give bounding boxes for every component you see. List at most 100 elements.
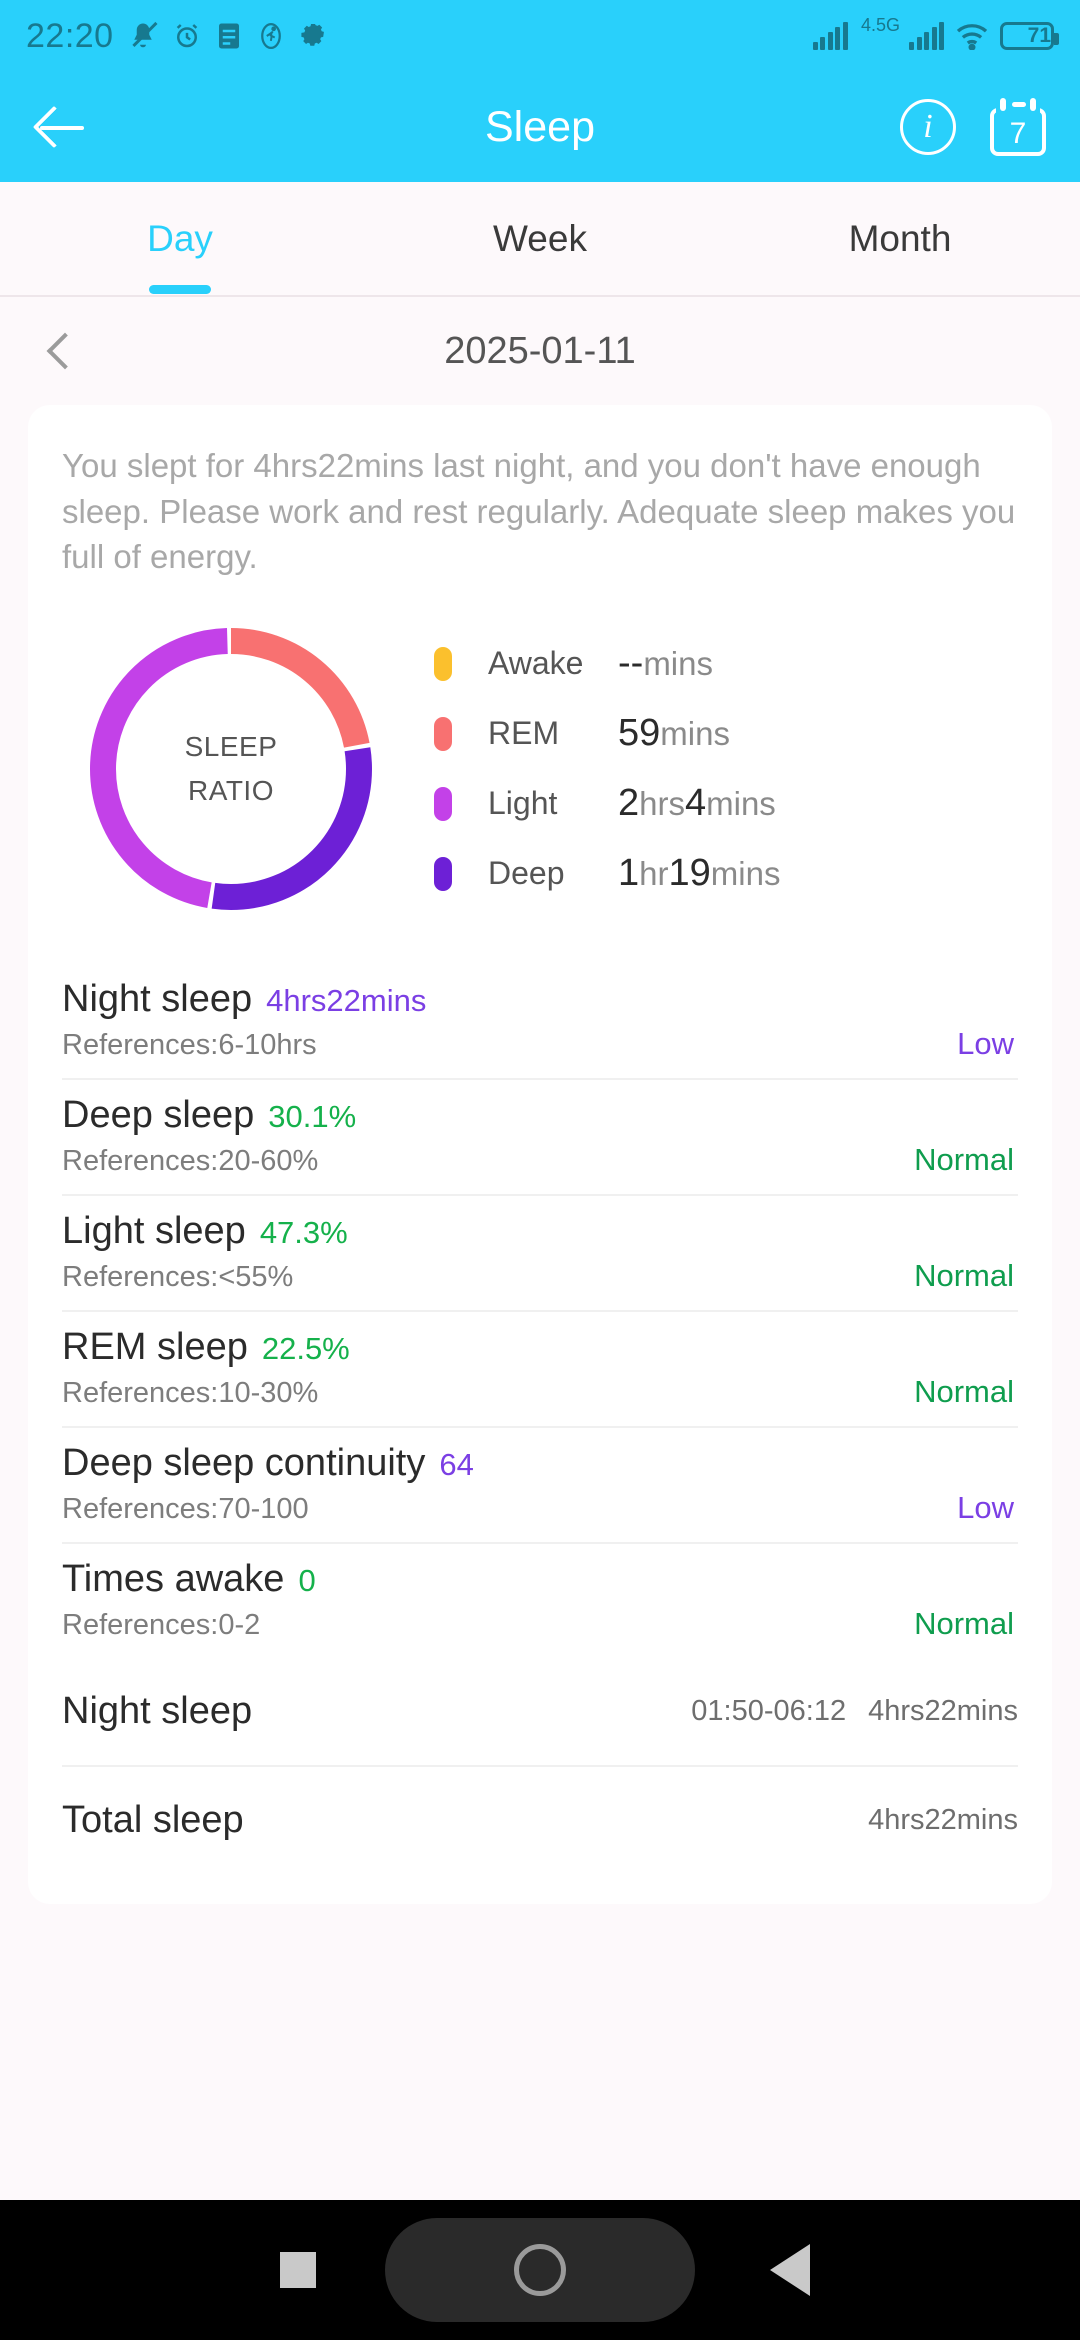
metric-row: Times awake 0 References:0-2 Normal — [62, 1544, 1018, 1658]
metric-row: REM sleep 22.5% References:10-30% Normal — [62, 1312, 1018, 1428]
legend-color-dot-light — [434, 786, 452, 821]
summary-row-label: Night sleep — [62, 1689, 253, 1732]
legend-color-dot-rem — [434, 716, 452, 751]
legend-label-deep: Deep — [488, 855, 565, 892]
metric-title-wrap: Deep sleep 30.1% — [62, 1094, 1018, 1137]
metric-status: Low — [957, 1489, 1014, 1525]
sleep-summary-text: You slept for 4hrs22mins last night, and… — [62, 447, 1016, 576]
alarm-clock-icon — [176, 24, 197, 48]
app-bar: Sleep i 7 — [0, 72, 1080, 182]
metric-title-wrap: REM sleep 22.5% — [62, 1326, 1018, 1369]
metric-title: Times awake — [62, 1557, 285, 1600]
metric-title: Light sleep — [62, 1209, 246, 1252]
summary-row-total-sleep: Total sleep 4hrs22mins — [62, 1767, 1018, 1874]
metric-reference: References:<55% — [62, 1260, 294, 1293]
summary-row-values: 01:50-06:12 4hrs22mins — [691, 1695, 1018, 1728]
wifi-icon — [956, 24, 988, 50]
legend-label-awake: Awake — [488, 645, 584, 682]
info-glyph: i — [923, 108, 933, 145]
tab-month[interactable]: Month — [720, 218, 1080, 260]
metric-reference: References:10-30% — [62, 1376, 319, 1409]
legend-value-light: 2hrs4mins — [618, 782, 776, 825]
sleep-metrics-list: Night sleep 4hrs22mins References:6-10hr… — [62, 964, 1018, 1658]
metric-status: Normal — [914, 1257, 1014, 1293]
metric-row: Deep sleep continuity 64 References:70-1… — [62, 1428, 1018, 1544]
legend-item-deep: Deep 1hr19mins — [434, 839, 1018, 909]
summary-row-duration: 4hrs22mins — [868, 1694, 1018, 1727]
square-recents-icon[interactable] — [280, 2252, 316, 2288]
info-icon[interactable]: i — [900, 99, 956, 155]
legend-item-awake: Awake --mins — [434, 629, 1018, 699]
network-type-label: 4.5G — [860, 15, 900, 35]
calendar-day-label: 7 — [1009, 117, 1027, 150]
date-navigation: 2025-01-11 — [0, 297, 1080, 405]
metric-value: 47.3% — [259, 1214, 348, 1250]
status-bar-right: 4.5G 71 — [812, 15, 1059, 50]
metric-title: Night sleep — [62, 977, 253, 1020]
metric-status: Low — [957, 1025, 1014, 1061]
triangle-back-icon[interactable] — [770, 2244, 810, 2296]
summary-row-duration: 4hrs22mins — [868, 1803, 1018, 1836]
tab-week[interactable]: Week — [360, 218, 720, 260]
metric-status: Normal — [914, 1141, 1014, 1177]
battery-level: 71 — [1027, 24, 1051, 47]
donut-center-line-1: SLEEP — [184, 730, 278, 762]
metric-title-wrap: Times awake 0 — [62, 1558, 1018, 1601]
legend-item-light: Light 2hrs4mins — [434, 769, 1018, 839]
legend-value-awake: --mins — [618, 642, 713, 685]
calendar-icon[interactable]: 7 — [990, 98, 1046, 156]
signal-bars-icon-1 — [812, 22, 848, 50]
legend-color-dot-awake — [434, 646, 452, 681]
legend-item-rem: REM 59mins — [434, 699, 1018, 769]
summary-row-values: 4hrs22mins — [868, 1804, 1018, 1837]
metric-row: Light sleep 47.3% References:<55% Normal — [62, 1196, 1018, 1312]
donut-center-label: SLEEP RATIO — [76, 614, 386, 924]
tab-day[interactable]: Day — [0, 218, 360, 260]
status-bar-left: 22:20 — [26, 17, 328, 56]
chevron-left-icon[interactable] — [46, 332, 84, 370]
status-bar-clock: 22:20 — [26, 16, 114, 55]
donut-center-line-2: RATIO — [188, 774, 274, 806]
metric-status: Normal — [914, 1373, 1014, 1409]
metric-title-wrap: Light sleep 47.3% — [62, 1210, 1018, 1253]
sleep-card: You slept for 4hrs22mins last night, and… — [28, 405, 1052, 1904]
metric-title: Deep sleep — [62, 1093, 255, 1136]
legend-label-light: Light — [488, 785, 558, 822]
metric-value: 30.1% — [268, 1098, 357, 1134]
selected-date[interactable]: 2025-01-11 — [444, 330, 636, 373]
signal-bars-icon-2 — [909, 22, 944, 50]
android-nav-bar — [0, 2200, 1080, 2340]
summary-row-label: Total sleep — [62, 1798, 244, 1841]
metric-reference: References:6-10hrs — [62, 1028, 317, 1061]
legend-label-rem: REM — [488, 715, 560, 752]
gear-icon — [300, 23, 324, 46]
sleep-ratio-legend: Awake --mins REM 59mins Light 2hrs4mins … — [434, 629, 1018, 909]
metric-value: 22.5% — [261, 1330, 350, 1366]
sleep-ratio-donut-chart: SLEEP RATIO — [76, 614, 386, 924]
legend-value-deep: 1hr19mins — [618, 852, 781, 895]
battery-icon: 71 — [1000, 22, 1059, 50]
metric-title-wrap: Deep sleep continuity 64 — [62, 1442, 1018, 1485]
summary-row-night-sleep: Night sleep 01:50-06:12 4hrs22mins — [62, 1658, 1018, 1767]
legend-color-dot-deep — [434, 856, 452, 891]
run-icon — [260, 23, 281, 49]
metric-status: Normal — [914, 1605, 1014, 1641]
metric-row: Night sleep 4hrs22mins References:6-10hr… — [62, 964, 1018, 1080]
metric-reference: References:0-2 — [62, 1608, 261, 1641]
legend-value-rem: 59mins — [618, 712, 730, 755]
metric-title: Deep sleep continuity — [62, 1441, 426, 1484]
bell-mute-icon — [131, 21, 158, 48]
period-tabs: Day Week Month — [0, 182, 1080, 297]
metric-value: 64 — [439, 1446, 474, 1482]
sleep-ratio-section: SLEEP RATIO Awake --mins REM 59mins Ligh… — [62, 614, 1018, 924]
back-arrow-icon[interactable] — [34, 100, 88, 154]
metric-title-wrap: Night sleep 4hrs22mins — [62, 978, 1018, 1021]
metric-title: REM sleep — [62, 1325, 248, 1368]
app-bar-actions: i 7 — [900, 98, 1046, 156]
home-button[interactable] — [385, 2218, 695, 2322]
status-bar: 22:20 4.5G 71 — [0, 0, 1080, 72]
metric-reference: References:70-100 — [62, 1492, 309, 1525]
metric-reference: References:20-60% — [62, 1144, 319, 1177]
metric-value: 0 — [298, 1562, 316, 1598]
metric-row: Deep sleep 30.1% References:20-60% Norma… — [62, 1080, 1018, 1196]
